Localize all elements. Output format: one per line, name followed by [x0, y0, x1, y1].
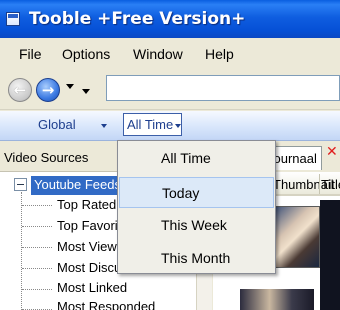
tree-item-youtube-feeds[interactable]: Youtube Feeds: [31, 176, 124, 195]
tree-item-most-linked[interactable]: Most Linked: [57, 280, 127, 295]
video-thumbnail[interactable]: [240, 289, 314, 310]
time-filter-dropdown-menu: All Time Today This Week This Month: [117, 140, 276, 274]
tree-branch-line: [22, 289, 52, 290]
back-arrow-icon: ←: [13, 81, 27, 99]
time-option-this-week[interactable]: This Week: [119, 210, 274, 241]
tree-branch-line: [22, 205, 52, 206]
time-chevron-down-icon: [175, 124, 181, 128]
time-option-label: All Time: [161, 150, 211, 166]
column-divider[interactable]: [319, 174, 320, 194]
tree-item-most-responded[interactable]: Most Responded: [57, 299, 155, 310]
close-tab-icon[interactable]: ✕: [326, 144, 338, 160]
video-sources-title: Video Sources: [4, 150, 89, 165]
time-option-label: This Month: [161, 250, 231, 266]
column-header-title[interactable]: Title: [321, 177, 340, 192]
time-option-label: Today: [162, 185, 200, 201]
history-dropdown-icon[interactable]: [66, 84, 74, 89]
back-button[interactable]: ←: [8, 78, 32, 102]
forward-button[interactable]: →: [36, 78, 60, 102]
scope-selector[interactable]: Global: [38, 117, 76, 132]
video-thumbnail-edge: [320, 200, 340, 310]
collapse-toggle-icon[interactable]: [14, 178, 27, 191]
tree-branch-line: [22, 226, 52, 227]
window-title: Tooble +Free Version+: [29, 9, 246, 29]
time-filter-label: All Time: [127, 117, 174, 132]
scope-chevron-down-icon[interactable]: [101, 124, 107, 128]
time-filter-selector[interactable]: All Time: [123, 113, 182, 136]
tree-branch-line: [22, 268, 52, 269]
menu-file[interactable]: File: [19, 46, 42, 62]
tree-connector-line: [21, 192, 22, 310]
tree-branch-line: [22, 247, 52, 248]
address-input[interactable]: [106, 75, 340, 101]
app-window-icon: [6, 12, 20, 26]
time-option-all-time[interactable]: All Time: [119, 143, 274, 174]
time-option-today[interactable]: Today: [119, 177, 274, 208]
nav-menu-dropdown-icon[interactable]: [82, 89, 90, 94]
menu-help[interactable]: Help: [205, 46, 234, 62]
video-thumbnail[interactable]: [273, 206, 320, 268]
forward-arrow-icon: →: [41, 81, 55, 99]
tree-item-top-rated[interactable]: Top Rated: [57, 197, 116, 212]
menu-window[interactable]: Window: [133, 46, 183, 62]
time-option-this-month[interactable]: This Month: [119, 243, 274, 274]
menu-options[interactable]: Options: [62, 46, 110, 62]
time-option-label: This Week: [161, 217, 227, 233]
